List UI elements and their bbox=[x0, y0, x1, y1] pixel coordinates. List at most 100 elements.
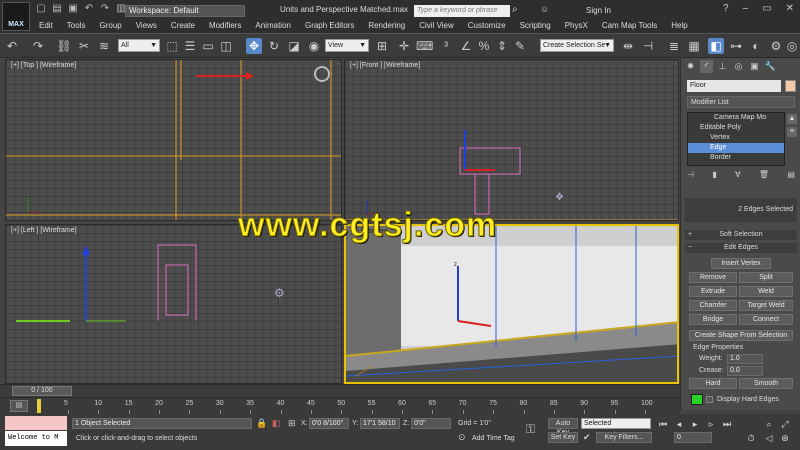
display-hard-edges-checkbox[interactable] bbox=[706, 396, 713, 403]
show-end-result-icon[interactable]: ▮ bbox=[712, 170, 716, 179]
select-and-place-icon[interactable]: ◉ bbox=[306, 38, 322, 54]
close-icon[interactable]: ✕ bbox=[786, 3, 794, 14]
workspace-dropdown[interactable]: Workspace: Default bbox=[125, 5, 245, 17]
redo-icon[interactable]: ↷ bbox=[98, 3, 112, 15]
x-coordinate-field[interactable]: 0'0 8/100" bbox=[309, 418, 349, 429]
named-selection-dropdown[interactable]: Create Selection Se ▼ bbox=[540, 39, 614, 52]
orbit-icon[interactable]: ⊛ bbox=[778, 432, 792, 444]
menu-scripting[interactable]: Scripting bbox=[513, 20, 558, 32]
user-icon[interactable]: ☺ bbox=[540, 4, 549, 14]
app-logo[interactable]: MAX bbox=[2, 2, 30, 31]
stack-item-selected[interactable]: Edge bbox=[688, 143, 784, 153]
menu-edit[interactable]: Edit bbox=[32, 20, 60, 32]
z-coordinate-field[interactable]: 0'0" bbox=[411, 418, 451, 429]
menu-physx[interactable]: PhysX bbox=[558, 20, 595, 32]
auto-key-button[interactable]: Auto Key bbox=[548, 418, 578, 436]
set-key-button[interactable]: Set Key bbox=[548, 432, 578, 443]
zoom-icon[interactable]: ⌕ bbox=[762, 418, 776, 430]
smooth-button[interactable]: Smooth bbox=[739, 378, 793, 389]
absolute-mode-icon[interactable]: ⊞ bbox=[288, 418, 296, 429]
remove-modifier-icon[interactable]: 🗑 bbox=[759, 170, 769, 179]
hierarchy-tab-icon[interactable]: ⊥ bbox=[716, 60, 729, 73]
window-crossing-icon[interactable]: ◫ bbox=[218, 38, 234, 54]
align-icon[interactable]: ⊣ bbox=[640, 38, 656, 54]
render-setup-icon[interactable]: ⚙ bbox=[768, 38, 784, 54]
reference-coordinate-dropdown[interactable]: View ▼ bbox=[325, 39, 369, 52]
extrude-button[interactable]: Extrude bbox=[689, 286, 737, 297]
select-and-rotate-icon[interactable]: ↻ bbox=[266, 38, 282, 54]
weld-button[interactable]: Weld bbox=[739, 286, 793, 297]
default-key-icon[interactable]: ⚿ bbox=[526, 422, 535, 437]
menu-modifiers[interactable]: Modifiers bbox=[202, 20, 248, 32]
field-of-view-icon[interactable]: ◁ bbox=[762, 432, 776, 444]
stack-item[interactable]: Vertex bbox=[688, 133, 784, 143]
add-time-tag[interactable]: Add Time Tag bbox=[472, 435, 515, 442]
menu-customize[interactable]: Customize bbox=[461, 20, 513, 32]
weight-spinner[interactable]: 1.0 bbox=[727, 354, 763, 364]
viewport-camera[interactable]: z [+] [Camera bbox=[344, 224, 679, 384]
curve-editor-icon[interactable]: ◧ bbox=[708, 38, 724, 54]
insert-vertex-button[interactable]: Insert Vertex bbox=[711, 258, 771, 269]
stack-menu-icon[interactable]: ≡ bbox=[787, 127, 797, 137]
key-mode-dropdown[interactable]: Selected bbox=[581, 418, 651, 429]
zoom-extents-icon[interactable]: ⤢ bbox=[778, 418, 792, 430]
bind-space-warp-icon[interactable]: ≋ bbox=[96, 38, 112, 54]
menu-civil-view[interactable]: Civil View bbox=[412, 20, 461, 32]
manipulate-icon[interactable]: ✛ bbox=[396, 38, 412, 54]
track-bar[interactable]: 5 10 15 20 25 30 35 40 45 50 55 60 65 70 75 80 85 90 95 100 bbox=[0, 397, 680, 414]
angle-snap-icon[interactable]: ∠ bbox=[458, 38, 474, 54]
menu-views[interactable]: Views bbox=[129, 20, 164, 32]
material-editor-icon[interactable]: ◐ bbox=[748, 38, 764, 54]
bridge-button[interactable]: Bridge bbox=[689, 314, 737, 325]
pivot-center-icon[interactable]: ⊞ bbox=[374, 38, 390, 54]
modifier-list-dropdown[interactable]: Modifier List bbox=[687, 96, 795, 108]
lock-selection-icon[interactable]: 🔒 bbox=[256, 418, 267, 429]
time-slider[interactable]: 0 / 100 bbox=[0, 384, 680, 397]
link-icon[interactable]: ⛓ bbox=[56, 38, 72, 54]
rectangular-selection-icon[interactable]: ▭ bbox=[200, 38, 216, 54]
display-tab-icon[interactable]: ▣ bbox=[748, 60, 761, 73]
scene-explorer-icon[interactable]: ▦ bbox=[686, 38, 702, 54]
schematic-view-icon[interactable]: ⊶ bbox=[728, 38, 744, 54]
create-shape-button[interactable]: Create Shape From Selection bbox=[689, 330, 793, 341]
crease-spinner[interactable]: 0.0 bbox=[727, 366, 763, 376]
hard-edge-color-swatch[interactable] bbox=[691, 394, 703, 405]
new-file-icon[interactable]: ▢ bbox=[34, 3, 48, 15]
hard-button[interactable]: Hard bbox=[689, 378, 737, 389]
undo-icon[interactable]: ↶ bbox=[4, 38, 20, 54]
remove-button[interactable]: Remove bbox=[689, 272, 737, 283]
select-object-icon[interactable]: ⬚ bbox=[164, 38, 180, 54]
object-color-swatch[interactable] bbox=[785, 80, 796, 92]
stack-item[interactable]: Camera Map Mo bbox=[688, 113, 784, 123]
split-button[interactable]: Split bbox=[739, 272, 793, 283]
menu-group[interactable]: Group bbox=[92, 20, 128, 32]
save-file-icon[interactable]: ▣ bbox=[66, 3, 80, 15]
make-unique-icon[interactable]: ∀ bbox=[735, 170, 740, 179]
spinner-snap-icon[interactable]: ⇕ bbox=[494, 38, 510, 54]
select-and-scale-icon[interactable]: ◪ bbox=[286, 38, 302, 54]
stack-scroll-up-icon[interactable]: ▲ bbox=[787, 114, 797, 124]
viewport-front[interactable]: [+] [Front ] [Wireframe] ❖ bbox=[344, 59, 679, 221]
stack-item[interactable]: Border bbox=[688, 153, 784, 163]
menu-create[interactable]: Create bbox=[164, 20, 202, 32]
chamfer-button[interactable]: Chamfer bbox=[689, 300, 737, 311]
help-icon[interactable]: ? bbox=[723, 3, 729, 14]
time-tag-icon[interactable]: ⊙ bbox=[458, 432, 466, 443]
motion-tab-icon[interactable]: ◎ bbox=[732, 60, 745, 73]
modify-tab-icon[interactable]: ◜ bbox=[700, 60, 713, 73]
mini-curve-editor-icon[interactable]: ▤ bbox=[10, 400, 28, 412]
maxscript-listener-output[interactable] bbox=[5, 416, 67, 430]
menu-cam-map-tools[interactable]: Cam Map Tools bbox=[595, 20, 664, 32]
unlink-icon[interactable]: ✂ bbox=[76, 38, 92, 54]
goto-end-icon[interactable]: ⏭ bbox=[720, 418, 734, 430]
mirror-icon[interactable]: ⇹ bbox=[620, 38, 636, 54]
play-icon[interactable]: ▸ bbox=[688, 418, 702, 430]
undo-icon[interactable]: ↶ bbox=[82, 3, 96, 15]
redo-icon[interactable]: ↷ bbox=[30, 38, 46, 54]
create-tab-icon[interactable]: ✸ bbox=[684, 60, 697, 73]
percent-snap-icon[interactable]: % bbox=[476, 38, 492, 54]
keyboard-shortcut-icon[interactable]: ⌨ bbox=[416, 38, 433, 54]
selection-filter-dropdown[interactable]: All ▼ bbox=[118, 39, 160, 52]
target-weld-button[interactable]: Target Weld bbox=[739, 300, 793, 311]
layer-manager-icon[interactable]: ≣ bbox=[666, 38, 682, 54]
